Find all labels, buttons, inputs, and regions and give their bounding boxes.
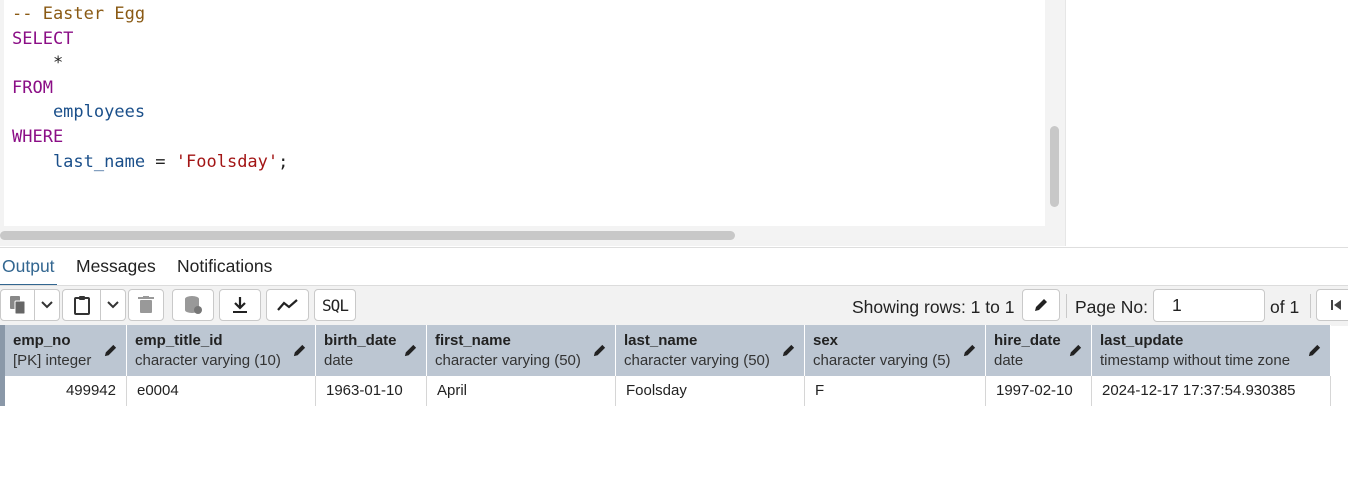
page-number-input[interactable] bbox=[1153, 289, 1265, 322]
paste-options-dropdown[interactable] bbox=[101, 290, 125, 320]
first-page-button[interactable] bbox=[1316, 289, 1348, 321]
editor-horizontal-scroll-thumb[interactable] bbox=[0, 231, 735, 240]
column-header-emp-title-id[interactable]: emp_title_id character varying (10) bbox=[127, 325, 316, 376]
code-token: = bbox=[145, 151, 176, 172]
cell-emp-title-id[interactable]: e0004 bbox=[127, 376, 316, 406]
column-name: birth_date bbox=[324, 332, 397, 349]
pencil-icon[interactable] bbox=[592, 343, 607, 363]
column-type: character varying (10) bbox=[135, 352, 281, 369]
cell-first-name[interactable]: April bbox=[427, 376, 616, 406]
column-name: emp_no bbox=[13, 332, 71, 349]
tab-output[interactable]: Output bbox=[0, 256, 57, 286]
first-page-icon bbox=[1331, 300, 1341, 310]
column-type: date bbox=[324, 352, 354, 369]
column-header-sex[interactable]: sex character varying (5) bbox=[805, 325, 986, 376]
toolbar-divider bbox=[1310, 294, 1311, 318]
pencil-icon[interactable] bbox=[403, 343, 418, 363]
code-token: employees bbox=[12, 102, 146, 123]
editor-vertical-scroll-thumb[interactable] bbox=[1050, 126, 1059, 207]
pencil-icon[interactable] bbox=[781, 343, 796, 363]
page-number-label: Page No: bbox=[1075, 297, 1148, 317]
column-type: [PK] integer bbox=[13, 352, 92, 369]
column-type: date bbox=[994, 352, 1024, 369]
column-name: hire_date bbox=[994, 332, 1061, 349]
code-token: ; bbox=[278, 151, 289, 172]
cell-hire-date[interactable]: 1997-02-10 bbox=[986, 376, 1092, 406]
pencil-icon bbox=[1035, 299, 1047, 311]
results-toolbar: SQL Showing rows: 1 to 1 Page No: of 1 bbox=[0, 285, 1348, 326]
code-token: 'Foolsday' bbox=[175, 151, 279, 172]
column-header-birth-date[interactable]: birth_date date bbox=[316, 325, 427, 376]
column-name: emp_title_id bbox=[135, 332, 223, 349]
showing-rows-text: Showing rows: 1 to 1 bbox=[852, 297, 1015, 317]
copy-icon bbox=[9, 296, 25, 315]
copy-button[interactable] bbox=[1, 290, 35, 320]
column-type: timestamp without time zone bbox=[1100, 352, 1291, 369]
pencil-icon[interactable] bbox=[962, 343, 977, 363]
sql-editor[interactable]: -- Easter Egg SELECT * FROM employees WHERE… bbox=[4, 0, 1045, 226]
cell-birth-date[interactable]: 1963-01-10 bbox=[316, 376, 427, 406]
column-type: character varying (5) bbox=[813, 352, 951, 369]
copy-button-group bbox=[0, 289, 60, 321]
code-line[interactable]: last_name = 'Foolsday'; bbox=[12, 150, 288, 175]
pencil-icon[interactable] bbox=[292, 343, 307, 363]
cell-last-update[interactable]: 2024-12-17 17:37:54.930385 bbox=[1092, 376, 1331, 406]
code-content[interactable]: -- Easter Egg SELECT * FROM employees WHERE… bbox=[12, 2, 288, 174]
cell-sex[interactable]: F bbox=[805, 376, 986, 406]
code-token: * bbox=[12, 53, 64, 74]
column-type: character varying (50) bbox=[435, 352, 581, 369]
download-icon bbox=[233, 297, 247, 313]
editor-side-pane bbox=[1065, 0, 1348, 246]
column-header-last-update[interactable]: last_update timestamp without time zone bbox=[1092, 325, 1331, 376]
code-token: -- Easter Egg bbox=[12, 4, 146, 24]
column-type: character varying (50) bbox=[624, 352, 770, 369]
pencil-icon[interactable] bbox=[103, 343, 118, 363]
code-line[interactable]: WHERE bbox=[12, 125, 288, 150]
save-data-button[interactable] bbox=[172, 289, 214, 321]
code-line[interactable]: * bbox=[12, 51, 288, 76]
sql-button[interactable]: SQL bbox=[314, 289, 356, 321]
clipboard-icon bbox=[73, 296, 90, 315]
output-tabs: Output Messages Notifications bbox=[0, 247, 1348, 286]
download-button[interactable] bbox=[219, 289, 261, 321]
delete-row-button[interactable] bbox=[128, 289, 164, 321]
code-token: FROM bbox=[12, 77, 53, 98]
graph-visualiser-button[interactable] bbox=[266, 289, 309, 321]
sql-button-label: SQL bbox=[322, 295, 349, 315]
pencil-icon[interactable] bbox=[1068, 343, 1083, 363]
row-selector-gutter[interactable] bbox=[0, 325, 5, 406]
code-token: last_name bbox=[12, 151, 146, 172]
chevron-down-icon bbox=[107, 301, 119, 309]
trash-icon bbox=[138, 296, 154, 313]
copy-options-dropdown[interactable] bbox=[35, 290, 59, 320]
column-name: first_name bbox=[435, 332, 511, 349]
edit-rows-button[interactable] bbox=[1022, 289, 1060, 321]
code-line[interactable]: SELECT bbox=[12, 27, 288, 52]
cell-last-name[interactable]: Foolsday bbox=[616, 376, 805, 406]
code-line[interactable]: -- Easter Egg bbox=[12, 2, 288, 27]
chevron-down-icon bbox=[41, 301, 53, 309]
paste-button-group bbox=[62, 289, 126, 321]
line-chart-icon bbox=[276, 299, 298, 311]
toolbar-divider bbox=[1066, 294, 1067, 318]
column-header-hire-date[interactable]: hire_date date bbox=[986, 325, 1092, 376]
column-name: sex bbox=[813, 332, 839, 349]
code-line[interactable]: FROM bbox=[12, 76, 288, 101]
database-save-icon bbox=[185, 296, 202, 314]
page-total-label: of 1 bbox=[1270, 297, 1300, 317]
column-header-last-name[interactable]: last_name character varying (50) bbox=[616, 325, 805, 376]
tab-notifications[interactable]: Notifications bbox=[175, 256, 274, 284]
tab-messages[interactable]: Messages bbox=[74, 256, 158, 284]
column-header-first-name[interactable]: first_name character varying (50) bbox=[427, 325, 616, 376]
cell-emp-no[interactable]: 499942 bbox=[5, 376, 127, 406]
column-name: last_name bbox=[624, 332, 698, 349]
table-row[interactable]: 499942 e0004 1963-01-10 April Foolsday F… bbox=[0, 376, 1331, 406]
code-token: WHERE bbox=[12, 126, 64, 147]
paste-button[interactable] bbox=[63, 290, 101, 320]
code-line[interactable]: employees bbox=[12, 100, 288, 125]
pencil-icon[interactable] bbox=[1307, 343, 1322, 363]
column-name: last_update bbox=[1100, 332, 1184, 349]
column-header-emp-no[interactable]: emp_no [PK] integer bbox=[5, 325, 127, 376]
code-token: SELECT bbox=[12, 28, 74, 49]
